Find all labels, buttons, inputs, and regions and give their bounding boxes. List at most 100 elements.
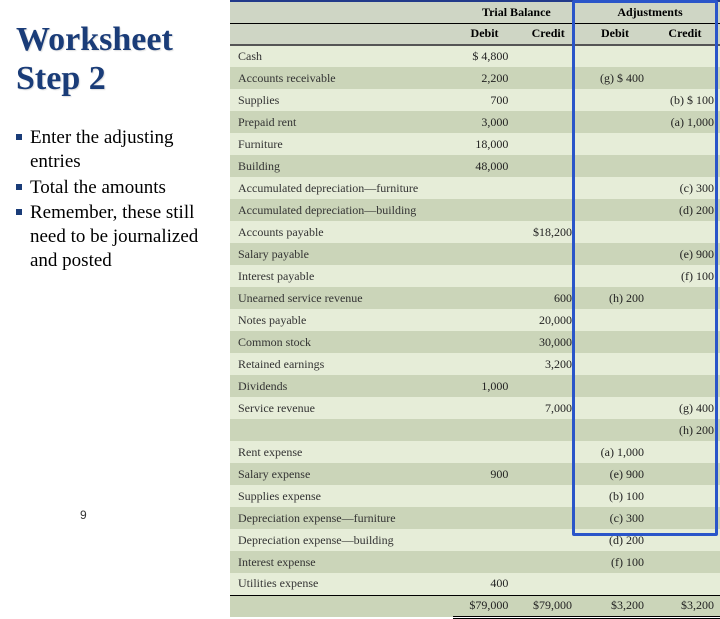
- table-row: Accounts payable$18,200: [230, 221, 720, 243]
- account-name: Building: [230, 155, 453, 177]
- tb-credit-cell: [516, 529, 580, 551]
- account-name: Dividends: [230, 375, 453, 397]
- account-name: Depreciation expense—furniture: [230, 507, 453, 529]
- tb-credit-cell: 7,000: [516, 397, 580, 419]
- tb-credit-cell: 3,200: [516, 353, 580, 375]
- header-blank: [230, 1, 453, 23]
- table-row: Furniture18,000: [230, 133, 720, 155]
- tb-debit-cell: 48,000: [453, 155, 517, 177]
- table-row: Cash$ 4,800: [230, 45, 720, 67]
- tb-debit-cell: [453, 529, 517, 551]
- tb-credit-cell: [516, 177, 580, 199]
- header-blank-2: [230, 23, 453, 45]
- tb-debit-cell: 18,000: [453, 133, 517, 155]
- tb-credit-cell: [516, 45, 580, 67]
- worksheet-table-wrap: Trial Balance Adjustments Debit Credit D…: [230, 0, 720, 540]
- tb-credit-cell: [516, 573, 580, 595]
- adj-credit-cell: [650, 155, 720, 177]
- tb-debit-cell: $ 4,800: [453, 45, 517, 67]
- adj-debit-cell: (c) 300: [580, 507, 650, 529]
- adj-debit-cell: [580, 573, 650, 595]
- header-tb-credit: Credit: [516, 23, 580, 45]
- header-trial-balance: Trial Balance: [453, 1, 580, 23]
- account-name: Rent expense: [230, 441, 453, 463]
- table-row: Depreciation expense—building(d) 200: [230, 529, 720, 551]
- adj-debit-cell: (f) 100: [580, 551, 650, 573]
- table-row: Interest expense (f) 100: [230, 551, 720, 573]
- totals-tb-credit: $79,000: [516, 595, 580, 617]
- slide-title: Worksheet Step 2: [16, 20, 218, 98]
- worksheet-table: Trial Balance Adjustments Debit Credit D…: [230, 0, 720, 619]
- table-row: Utilities expense400: [230, 573, 720, 595]
- table-row: Notes payable20,000: [230, 309, 720, 331]
- adj-credit-cell: (b) $ 100: [650, 89, 720, 111]
- tb-debit-cell: [453, 397, 517, 419]
- adj-credit-cell: [650, 287, 720, 309]
- tb-credit-cell: [516, 463, 580, 485]
- adj-debit-cell: [580, 419, 650, 441]
- adj-debit-cell: [580, 45, 650, 67]
- table-row: Accounts receivable2,200(g) $ 400: [230, 67, 720, 89]
- account-name: Salary expense: [230, 463, 453, 485]
- slide-text-panel: Worksheet Step 2 Enter the adjusting ent…: [0, 0, 230, 540]
- adj-credit-cell: [650, 485, 720, 507]
- adj-debit-cell: [580, 397, 650, 419]
- tb-debit-cell: [453, 265, 517, 287]
- account-name: Accumulated depreciation—furniture: [230, 177, 453, 199]
- tb-debit-cell: [453, 243, 517, 265]
- adj-debit-cell: (g) $ 400: [580, 67, 650, 89]
- header-tb-debit: Debit: [453, 23, 517, 45]
- account-name: Utilities expense: [230, 573, 453, 595]
- adj-credit-cell: (e) 900: [650, 243, 720, 265]
- account-name: Salary payable: [230, 243, 453, 265]
- tb-debit-cell: 700: [453, 89, 517, 111]
- totals-label: [230, 595, 453, 617]
- tb-credit-cell: 600: [516, 287, 580, 309]
- tb-debit-cell: [453, 507, 517, 529]
- table-row: Building48,000: [230, 155, 720, 177]
- table-row: Accumulated depreciation—furniture(c) 30…: [230, 177, 720, 199]
- adj-credit-cell: [650, 309, 720, 331]
- title-line-1: Worksheet: [16, 21, 173, 58]
- totals-row: $79,000$79,000$3,200$3,200: [230, 595, 720, 617]
- tb-credit-cell: [516, 243, 580, 265]
- bullet-item: Enter the adjusting entries: [16, 126, 218, 174]
- tb-credit-cell: [516, 199, 580, 221]
- account-name: Common stock: [230, 331, 453, 353]
- account-name: Interest expense: [230, 551, 453, 573]
- tb-debit-cell: 900: [453, 463, 517, 485]
- account-name: Interest payable: [230, 265, 453, 287]
- tb-credit-cell: [516, 419, 580, 441]
- adj-credit-cell: [650, 133, 720, 155]
- adj-credit-cell: [650, 529, 720, 551]
- tb-debit-cell: 1,000: [453, 375, 517, 397]
- adj-credit-cell: (f) 100: [650, 265, 720, 287]
- table-row: Accumulated depreciation—building(d) 200: [230, 199, 720, 221]
- adj-debit-cell: [580, 243, 650, 265]
- adj-debit-cell: [580, 155, 650, 177]
- account-name: Prepaid rent: [230, 111, 453, 133]
- tb-credit-cell: 20,000: [516, 309, 580, 331]
- tb-credit-cell: [516, 133, 580, 155]
- adj-debit-cell: (h) 200: [580, 287, 650, 309]
- adj-credit-cell: [650, 507, 720, 529]
- adj-credit-cell: (g) 400: [650, 397, 720, 419]
- adj-debit-cell: [580, 265, 650, 287]
- header-adj-credit: Credit: [650, 23, 720, 45]
- tb-credit-cell: [516, 375, 580, 397]
- bullet-item: Total the amounts: [16, 176, 218, 200]
- header-adjustments: Adjustments: [580, 1, 720, 23]
- tb-debit-cell: [453, 221, 517, 243]
- account-name: Retained earnings: [230, 353, 453, 375]
- adj-credit-cell: [650, 45, 720, 67]
- tb-debit-cell: 3,000: [453, 111, 517, 133]
- adj-credit-cell: [650, 551, 720, 573]
- tb-debit-cell: [453, 441, 517, 463]
- tb-credit-cell: $18,200: [516, 221, 580, 243]
- adj-credit-cell: [650, 353, 720, 375]
- tb-debit-cell: [453, 331, 517, 353]
- adj-debit-cell: [580, 331, 650, 353]
- account-name: Depreciation expense—building: [230, 529, 453, 551]
- adj-debit-cell: (a) 1,000: [580, 441, 650, 463]
- tb-debit-cell: [453, 551, 517, 573]
